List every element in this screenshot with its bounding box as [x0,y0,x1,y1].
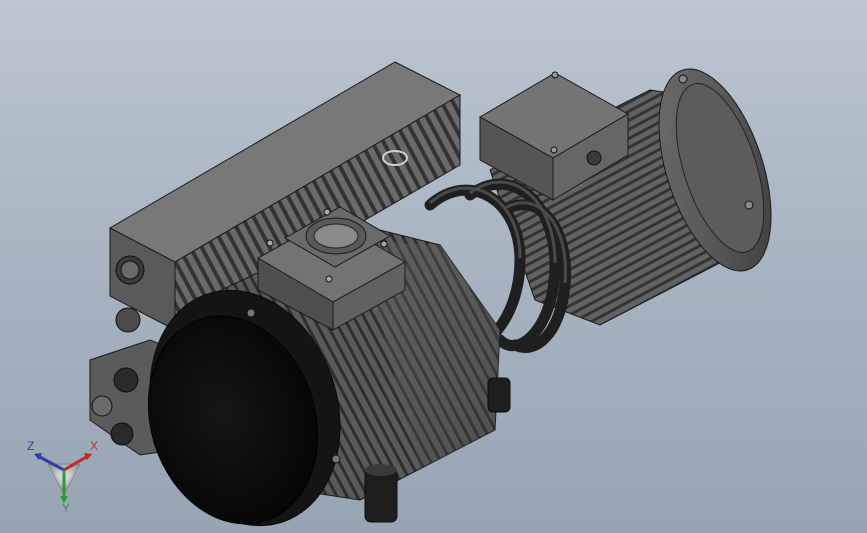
y-axis-label: Y [62,501,70,512]
x-axis-label: X [90,439,98,453]
z-axis-label: Z [27,439,34,453]
cad-viewport[interactable]: Z X Y [0,0,867,533]
orientation-triad[interactable]: Z X Y [24,432,104,512]
vacuum-pump-model[interactable] [0,0,867,533]
